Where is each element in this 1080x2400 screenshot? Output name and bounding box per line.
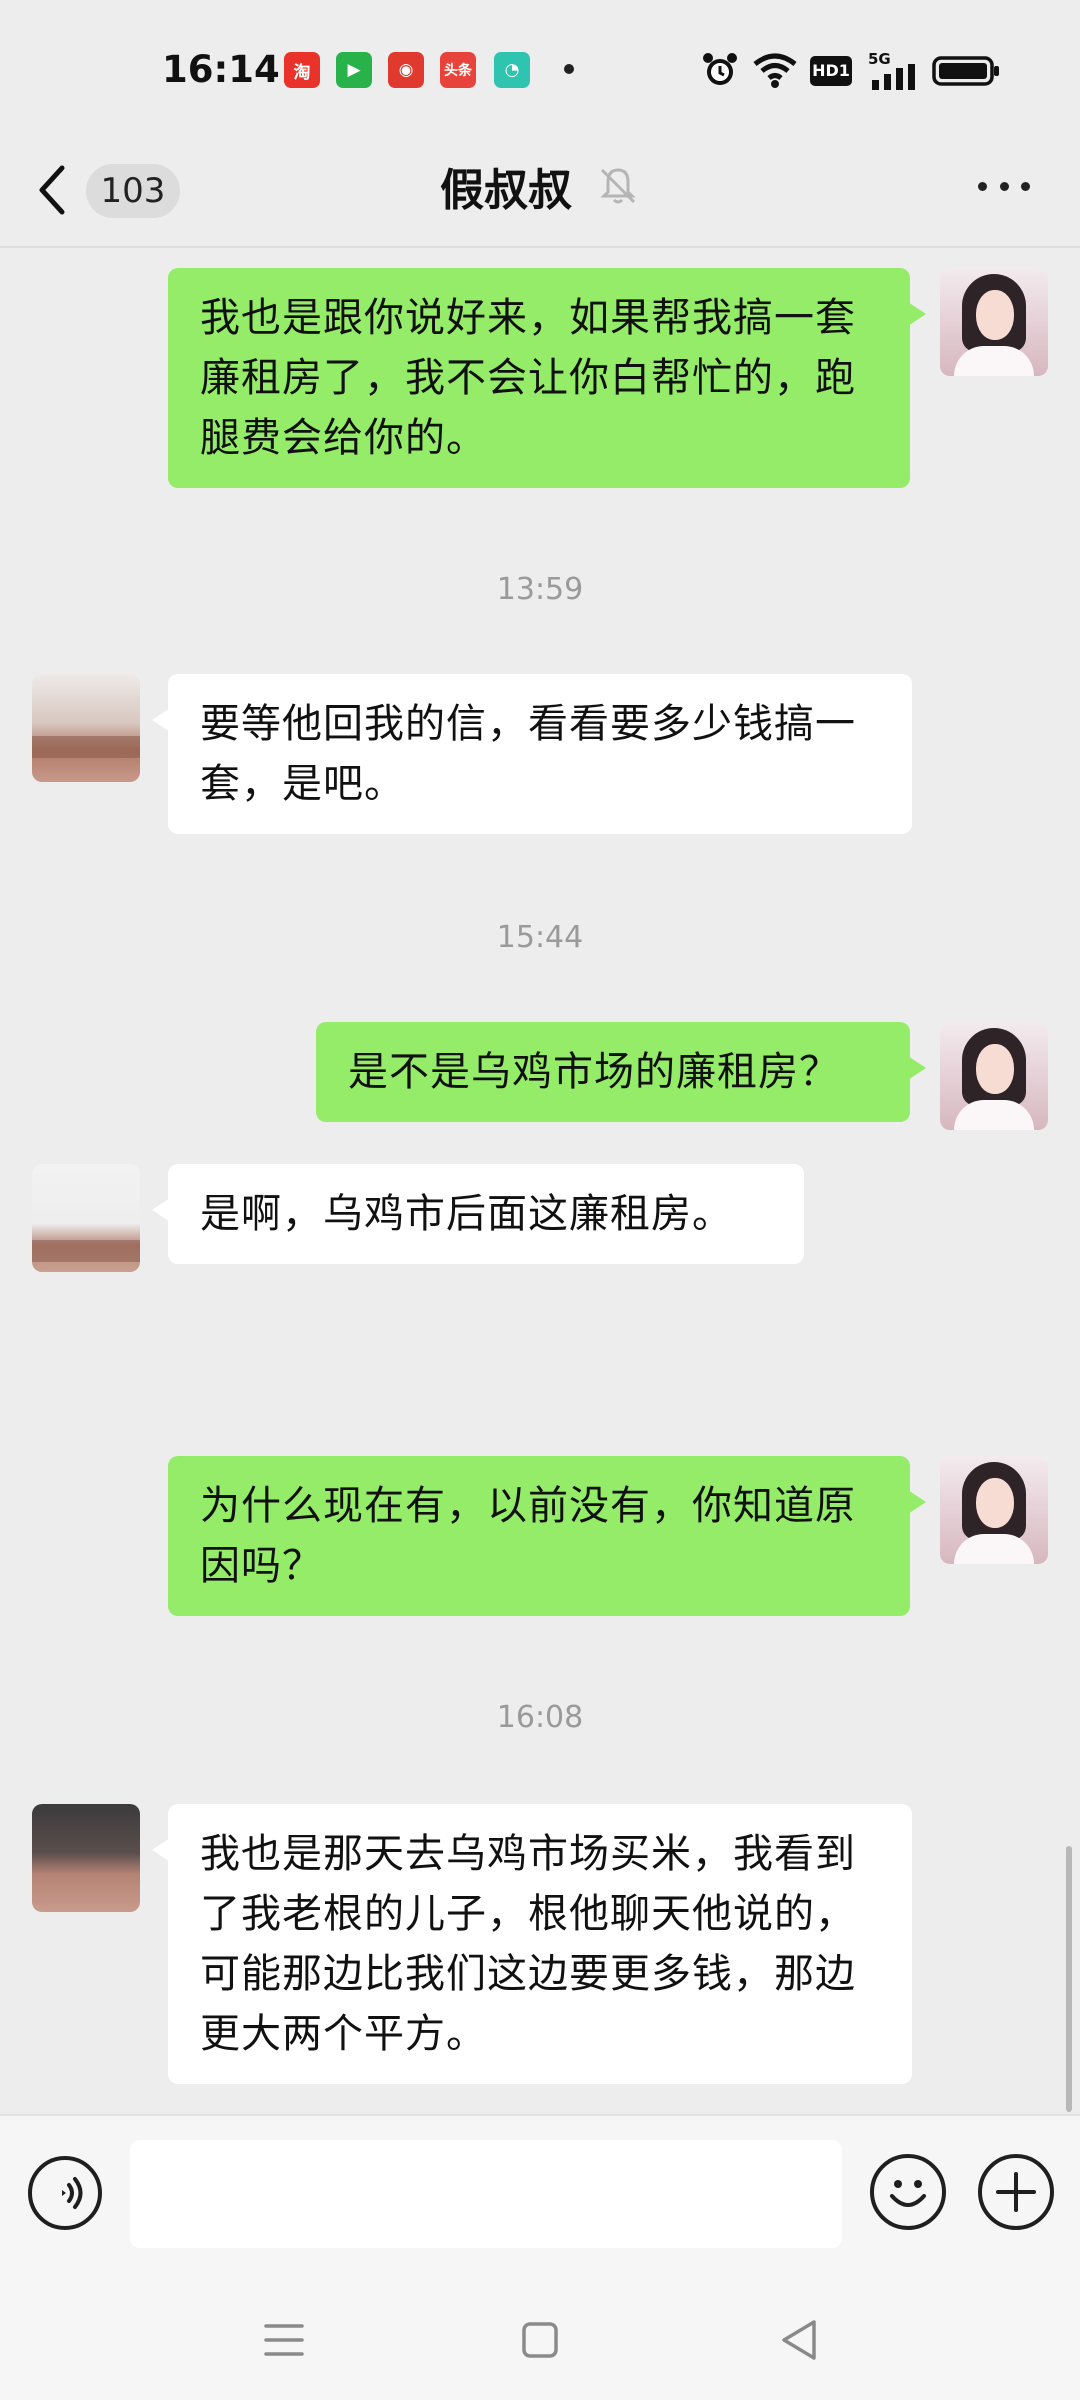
chat-header: 103 假叔叔 bbox=[0, 140, 1080, 248]
back-button[interactable]: 103 bbox=[32, 158, 182, 222]
message-bubble-outgoing[interactable]: 是不是乌鸡市场的廉租房？ bbox=[316, 1022, 926, 1122]
news-app-icon: ◉ bbox=[388, 52, 424, 88]
status-time: 16:14 bbox=[162, 48, 280, 91]
contact-avatar[interactable] bbox=[32, 674, 140, 782]
input-bar bbox=[0, 2114, 1080, 2274]
menu-icon[interactable] bbox=[254, 2310, 314, 2370]
contact-avatar[interactable] bbox=[32, 1804, 140, 1912]
message-timestamp: 15:44 bbox=[496, 920, 584, 955]
message-bubble-incoming[interactable]: 要等他回我的信，看看要多少钱搞一套，是吧。 bbox=[152, 674, 912, 834]
more-dots-icon bbox=[978, 181, 987, 191]
wifi-icon bbox=[753, 53, 797, 88]
self-avatar[interactable] bbox=[940, 1456, 1048, 1564]
status-bar: 16:14 淘 ▶ ◉ 头条 ◔ HD1 5G bbox=[0, 0, 1080, 140]
more-functions-button[interactable] bbox=[978, 2154, 1054, 2230]
unread-count-badge: 103 bbox=[86, 164, 180, 218]
home-icon[interactable] bbox=[510, 2310, 570, 2370]
cellular-signal-icon: 5G bbox=[868, 50, 924, 90]
battery-icon bbox=[932, 56, 999, 86]
hd-voice-icon: HD1 bbox=[810, 56, 852, 86]
contact-avatar[interactable] bbox=[32, 1164, 140, 1272]
message-bubble-incoming[interactable]: 我也是那天去乌鸡市场买米，我看到了我老根的儿子，根他聊天他说的，可能那边比我们这… bbox=[152, 1804, 912, 2084]
message-bubble-incoming[interactable]: 是啊，乌鸡市后面这廉租房。 bbox=[152, 1164, 804, 1264]
emoji-button[interactable] bbox=[870, 2154, 946, 2230]
message-timestamp: 13:59 bbox=[496, 572, 584, 607]
alarm-icon bbox=[703, 53, 737, 85]
mute-bell-icon bbox=[600, 168, 636, 204]
back-triangle-icon[interactable] bbox=[770, 2310, 830, 2370]
message-timestamp: 16:08 bbox=[496, 1700, 584, 1735]
system-navigation-bar bbox=[0, 2274, 1080, 2400]
toutiao-app-icon: 头条 bbox=[440, 52, 476, 88]
chevron-left-icon bbox=[39, 165, 65, 215]
more-options-button[interactable] bbox=[972, 166, 1036, 206]
message-input[interactable] bbox=[130, 2140, 842, 2248]
chat-scrollbar[interactable] bbox=[1066, 1846, 1072, 2112]
taobao-app-icon: 淘 bbox=[284, 52, 320, 88]
plus-icon bbox=[996, 2172, 1036, 2212]
notification-dot-icon bbox=[564, 64, 574, 74]
message-bubble-outgoing[interactable]: 为什么现在有，以前没有，你知道原因吗？ bbox=[168, 1456, 926, 1616]
tencent-video-app-icon: ▶ bbox=[336, 52, 372, 88]
voice-icon bbox=[62, 2177, 83, 2209]
self-avatar[interactable] bbox=[940, 268, 1048, 376]
smiley-icon bbox=[890, 2180, 926, 2207]
message-bubble-outgoing[interactable]: 我也是跟你说好来，如果帮我搞一套廉租房了，我不会让你白帮忙的，跑腿费会给你的。 bbox=[168, 268, 926, 488]
header-divider bbox=[0, 246, 1080, 248]
chat-app-icon: ◔ bbox=[494, 52, 530, 88]
chat-title: 假叔叔 bbox=[440, 165, 572, 216]
self-avatar[interactable] bbox=[940, 1022, 1048, 1130]
voice-input-button[interactable] bbox=[28, 2156, 102, 2230]
